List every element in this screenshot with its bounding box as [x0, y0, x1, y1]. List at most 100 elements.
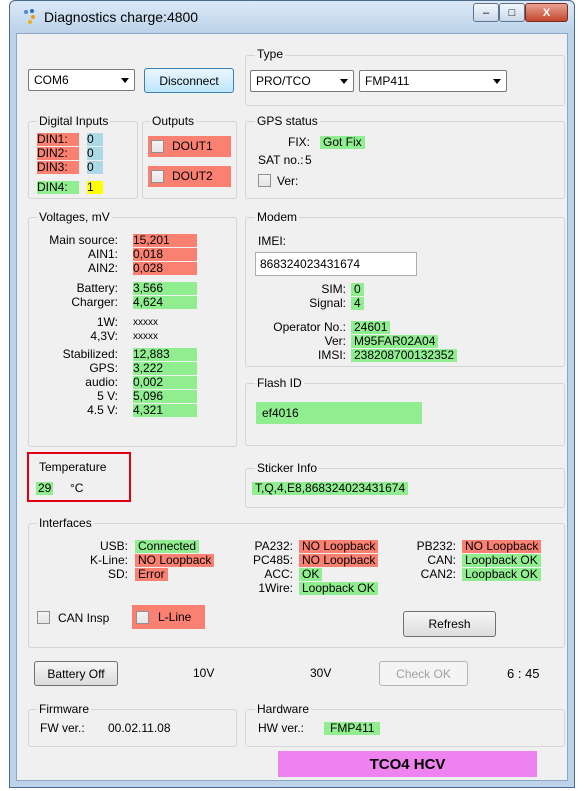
- temperature-label: Temperature: [39, 460, 107, 474]
- modem-label: Modem: [255, 210, 300, 224]
- hardware-label: Hardware: [255, 702, 312, 716]
- imei-label: IMEI:: [258, 234, 287, 248]
- chevron-down-icon: [493, 79, 501, 84]
- firmware-label: Firmware: [37, 702, 91, 716]
- voltage-label: Battery:: [76, 281, 118, 295]
- din2-label: DIN2:: [37, 147, 79, 160]
- temperature-unit: °C: [70, 481, 84, 495]
- flash-id-value: ef4016: [262, 406, 299, 420]
- voltage-label: 4,3V:: [90, 329, 118, 343]
- imei-field[interactable]: 868324023431674: [255, 252, 417, 276]
- pb232-value: NO Loopback: [462, 540, 542, 553]
- close-button[interactable]: X: [525, 3, 568, 22]
- can-insp-checkbox[interactable]: [37, 611, 50, 624]
- battery-off-button[interactable]: Battery Off: [34, 661, 118, 686]
- dout2-checkbox[interactable]: [151, 170, 164, 183]
- can-label: CAN:: [427, 553, 456, 567]
- din4-value: 1: [87, 181, 103, 194]
- voltage-label: GPS:: [89, 361, 118, 375]
- acc-label: ACC:: [264, 567, 293, 581]
- voltage-value: 0,002: [133, 376, 197, 389]
- voltage-value: 0,018: [133, 248, 197, 261]
- mode-select-value: PRO/TCO: [256, 74, 311, 88]
- voltage-label: Stabilized:: [62, 347, 118, 361]
- fw-ver-label: FW ver.:: [40, 721, 85, 735]
- disconnect-button[interactable]: Disconnect: [144, 68, 234, 93]
- sim-label: SIM:: [321, 282, 346, 296]
- sd-value: Error: [135, 568, 168, 581]
- model-select-value: FMP411: [365, 74, 410, 88]
- din3-label: DIN3:: [37, 161, 79, 174]
- signal-label: Signal:: [309, 296, 346, 310]
- gps-ver-label: Ver:: [277, 174, 299, 188]
- din1-label: DIN1:: [37, 133, 79, 146]
- gps-sat-value: 5: [305, 153, 312, 167]
- voltage-label: 1W:: [96, 315, 118, 329]
- temperature-value: 29: [36, 481, 54, 495]
- chevron-down-icon: [121, 78, 129, 83]
- hw-ver-label: HW ver.:: [258, 721, 305, 735]
- minimize-button[interactable]: –: [473, 3, 499, 22]
- outputs-label: Outputs: [150, 114, 197, 128]
- flash-label: Flash ID: [255, 376, 304, 390]
- model-select[interactable]: FMP411: [359, 70, 507, 92]
- onewire-label: 1Wire:: [258, 581, 293, 595]
- voltage-value: 12,883: [133, 348, 197, 361]
- pa232-label: PA232:: [254, 539, 293, 553]
- usb-label: USB:: [99, 539, 128, 553]
- signal-value: 4: [351, 297, 364, 310]
- voltage-value: 3,566: [133, 282, 197, 295]
- dout1-checkbox[interactable]: [151, 140, 164, 153]
- kline-label: K-Line:: [89, 553, 128, 567]
- operator-label: Operator No.:: [273, 320, 346, 334]
- voltage-label: Charger:: [71, 295, 118, 309]
- voltage-label: AIN2:: [87, 261, 118, 275]
- refresh-button[interactable]: Refresh: [403, 611, 496, 637]
- app-icon: [24, 9, 35, 24]
- voltage-value: 0,028: [133, 262, 197, 275]
- din1-value: 0: [87, 133, 103, 146]
- chevron-down-icon: [340, 79, 348, 84]
- voltage-value: xxxxx: [133, 317, 158, 328]
- voltage-value: xxxxx: [133, 331, 158, 342]
- lline-toggle[interactable]: L-Line: [132, 605, 205, 629]
- lline-label: L-Line: [158, 610, 192, 624]
- hw-ver-value: FMP411: [324, 722, 381, 735]
- maximize-button[interactable]: □: [499, 3, 525, 22]
- window-title: Diagnostics charge:4800: [44, 9, 199, 25]
- onewire-value: Loopback OK: [299, 582, 378, 595]
- check-ok-button[interactable]: Check OK: [379, 661, 468, 686]
- voltage-10v-label: 10V: [193, 666, 215, 680]
- gps-label: GPS status: [255, 114, 320, 128]
- type-group-label: Type: [255, 47, 286, 61]
- din4-label: DIN4:: [37, 181, 79, 194]
- din2-value: 0: [87, 147, 103, 160]
- voltage-label: Main source:: [49, 233, 118, 247]
- voltages-label: Voltages, mV: [37, 210, 112, 224]
- timer-display: 6 : 45: [507, 666, 540, 681]
- mode-select[interactable]: PRO/TCO: [250, 70, 354, 92]
- gps-fix-label: FIX:: [288, 135, 311, 149]
- voltage-30v-label: 30V: [310, 666, 332, 680]
- sim-value: 0: [351, 283, 364, 296]
- voltage-label: AIN1:: [87, 247, 118, 261]
- port-select-value: COM6: [34, 73, 69, 87]
- voltage-value: 15,201: [133, 234, 197, 247]
- pb232-label: PB232:: [416, 539, 456, 553]
- gps-ver-checkbox[interactable]: [258, 174, 271, 187]
- imsi-value: 238208700132352: [351, 349, 458, 362]
- interfaces-label: Interfaces: [37, 516, 94, 530]
- voltage-label: audio:: [85, 375, 118, 389]
- dout1-toggle[interactable]: DOUT1: [148, 136, 231, 157]
- lline-checkbox[interactable]: [136, 611, 149, 624]
- gps-sat-label: SAT no.:: [258, 153, 304, 167]
- port-select[interactable]: COM6: [28, 69, 135, 91]
- sd-label: SD:: [107, 567, 128, 581]
- voltage-value: 4,624: [133, 296, 197, 309]
- dout2-toggle[interactable]: DOUT2: [148, 166, 231, 187]
- voltage-value: 3,222: [133, 362, 197, 375]
- pc485-value: NO Loopback: [299, 554, 379, 567]
- can-value: Loopback OK: [462, 554, 541, 567]
- digital-inputs-label: Digital Inputs: [37, 114, 111, 128]
- can2-label: CAN2:: [420, 567, 456, 581]
